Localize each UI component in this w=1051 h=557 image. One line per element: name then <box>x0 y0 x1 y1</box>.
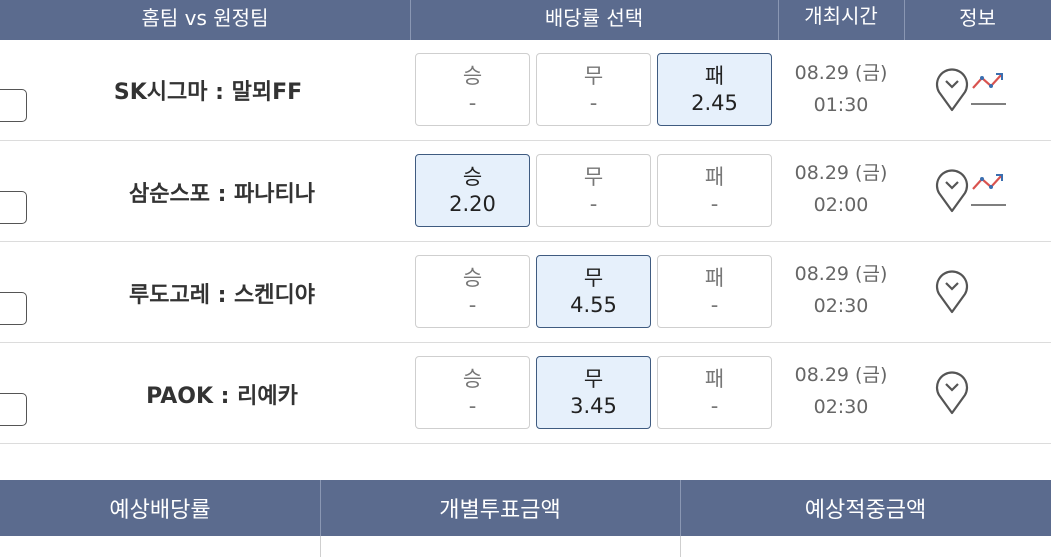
odds-value: - <box>710 292 719 317</box>
match-date: 08.29 (금) <box>794 364 888 386</box>
odds-win-button[interactable]: 승 - <box>415 53 530 126</box>
odds-label: 무 <box>583 64 604 89</box>
header-match-column: 홈팀 vs 원정팀 <box>0 0 410 40</box>
summary-expected-win-amount: 예상적중금액 <box>804 498 927 523</box>
odds-draw-button[interactable]: 무 4.55 <box>536 255 651 328</box>
match-name: SK시그마 : 말뫼FF <box>113 80 303 105</box>
select-checkbox[interactable] <box>0 191 27 224</box>
odds-win-button[interactable]: 승 2.20 <box>415 154 530 227</box>
summary-expected-odds: 예상배당률 <box>109 498 211 523</box>
odds-label: 패 <box>704 165 725 190</box>
odds-label: 승 <box>462 165 483 190</box>
odds-value: - <box>589 90 598 115</box>
table-row: 루도고레 : 스켄디야 승 - 무 4.55 패 - 08.29 (금) 02:… <box>0 242 1051 343</box>
table-row: PAOK : 리예카 승 - 무 3.45 패 - 08.29 (금) 02:3… <box>0 343 1051 444</box>
summary-header: 예상배당률 개별투표금액 예상적중금액 <box>0 480 1051 536</box>
odds-value: 2.45 <box>691 90 738 115</box>
match-name: 삼순스포 : 파나티나 <box>128 182 316 207</box>
table-row: SK시그마 : 말뫼FF 승 - 무 - 패 2.45 08.29 (금) 01… <box>0 40 1051 141</box>
odds-value: - <box>468 292 477 317</box>
odds-label: 패 <box>704 64 725 89</box>
header-match-label: 홈팀 vs 원정팀 <box>141 6 269 30</box>
odds-draw-button[interactable]: 무 - <box>536 154 651 227</box>
odds-draw-button[interactable]: 무 - <box>536 53 651 126</box>
location-pin-icon[interactable] <box>935 371 969 415</box>
location-pin-icon[interactable] <box>935 270 969 314</box>
odds-label: 승 <box>462 367 483 392</box>
odds-lose-button[interactable]: 패 2.45 <box>657 53 772 126</box>
odds-win-button[interactable]: 승 - <box>415 255 530 328</box>
odds-value: 4.55 <box>570 292 617 317</box>
location-pin-icon[interactable] <box>935 68 969 112</box>
odds-lose-button[interactable]: 패 - <box>657 356 772 429</box>
odds-lose-button[interactable]: 패 - <box>657 255 772 328</box>
odds-label: 무 <box>583 266 604 291</box>
odds-label: 승 <box>462 64 483 89</box>
summary-individual-amount: 개별투표금액 <box>439 498 561 523</box>
odds-lose-button[interactable]: 패 - <box>657 154 772 227</box>
match-date: 08.29 (금) <box>794 162 888 184</box>
odds-value: - <box>468 393 477 418</box>
odds-win-button[interactable]: 승 - <box>415 356 530 429</box>
header-info-label: 정보 <box>959 6 996 30</box>
select-checkbox[interactable] <box>0 89 27 122</box>
odds-value: - <box>589 191 598 216</box>
odds-value: - <box>468 90 477 115</box>
summary-values-row <box>0 536 1051 557</box>
location-pin-icon[interactable] <box>935 169 969 213</box>
odds-value: - <box>710 393 719 418</box>
odds-label: 승 <box>462 266 483 291</box>
table-row: 삼순스포 : 파나티나 승 2.20 무 - 패 - 08.29 (금) 02:… <box>0 141 1051 242</box>
match-datetime: 08.29 (금) 02:30 <box>786 359 896 424</box>
odds-value: - <box>710 191 719 216</box>
match-time: 02:30 <box>813 396 869 419</box>
match-time: 01:30 <box>813 94 869 117</box>
match-datetime: 08.29 (금) 02:00 <box>786 157 896 222</box>
match-datetime: 08.29 (금) 02:30 <box>786 258 896 323</box>
header-info-column: 정보 <box>904 0 1051 40</box>
header-odds-label: 배당률 선택 <box>544 6 644 30</box>
summary-divider <box>680 536 681 557</box>
select-checkbox[interactable] <box>0 292 27 325</box>
match-date: 08.29 (금) <box>794 62 888 84</box>
select-checkbox[interactable] <box>0 393 27 426</box>
match-datetime: 08.29 (금) 01:30 <box>786 57 896 122</box>
match-name: PAOK : 리예카 <box>146 384 298 409</box>
match-date: 08.29 (금) <box>794 263 888 285</box>
table-header: 홈팀 vs 원정팀 배당률 선택 개최시간 정보 <box>0 0 1051 40</box>
odds-draw-button[interactable]: 무 3.45 <box>536 356 651 429</box>
stats-chart-icon[interactable] <box>968 68 1008 108</box>
odds-label: 패 <box>704 266 725 291</box>
match-time: 02:30 <box>813 295 869 318</box>
header-time-label: 개최시간 <box>804 4 878 28</box>
header-odds-column: 배당률 선택 <box>410 0 778 40</box>
stats-chart-icon[interactable] <box>968 169 1008 209</box>
match-time: 02:00 <box>813 194 869 217</box>
summary-divider <box>320 536 321 557</box>
match-name: 루도고레 : 스켄디야 <box>128 283 316 308</box>
odds-label: 무 <box>583 165 604 190</box>
odds-label: 무 <box>583 367 604 392</box>
odds-value: 2.20 <box>449 191 496 216</box>
header-time-column: 개최시간 <box>778 0 904 40</box>
odds-value: 3.45 <box>570 393 617 418</box>
odds-label: 패 <box>704 367 725 392</box>
